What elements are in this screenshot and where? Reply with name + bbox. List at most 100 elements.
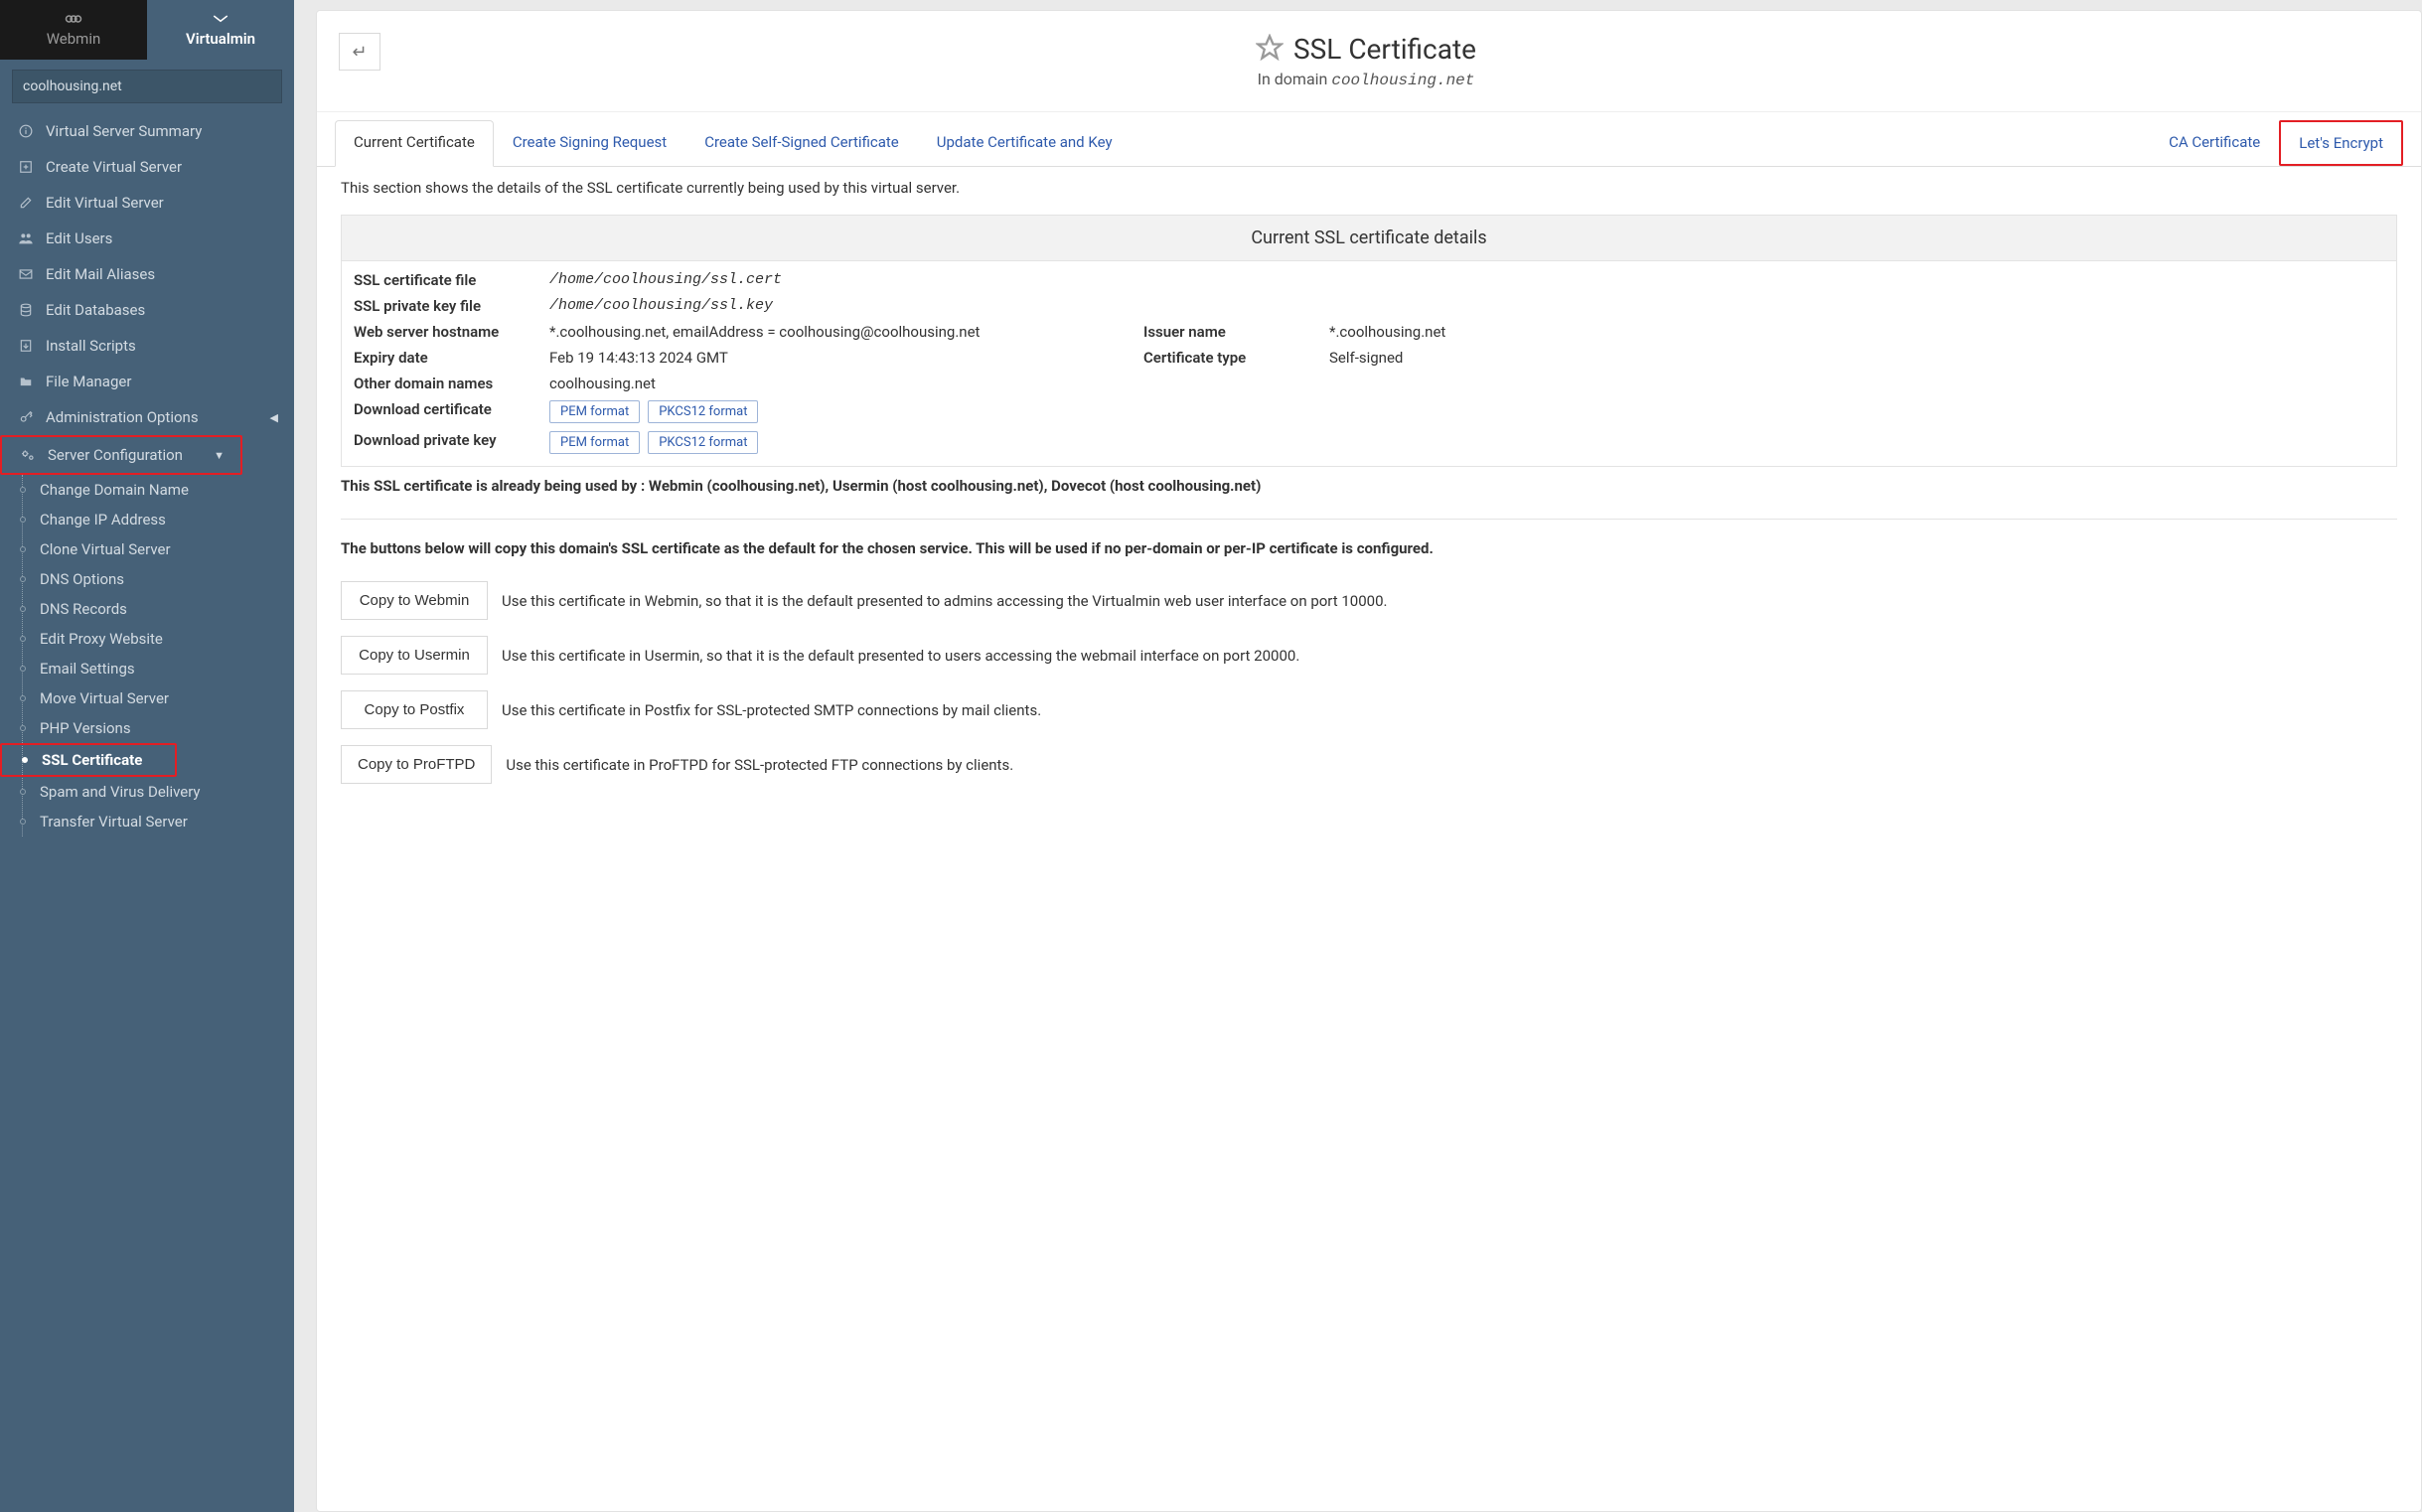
instruction-text: The buttons below will copy this domain'… [317,533,2421,573]
action-description: Use this certificate in Usermin, so that… [502,647,1299,665]
subnav-item-label: Transfer Virtual Server [40,813,188,831]
subnav-item-label: Email Settings [40,660,135,678]
nav-item-label: Edit Databases [46,301,145,319]
nav-item-label: File Manager [46,373,131,390]
nav-item-label: Virtual Server Summary [46,122,202,140]
nav-item-label: Edit Users [46,229,112,247]
tab-let-s-encrypt[interactable]: Let's Encrypt [2279,120,2403,166]
copy-to-webmin-button[interactable]: Copy to Webmin [341,581,488,620]
nav-item-virtual-server-summary[interactable]: Virtual Server Summary [0,113,294,149]
hostname-value: *.coolhousing.net, emailAddress = coolho… [545,319,1132,345]
key-file-value: /home/coolhousing/ssl.key [545,293,2396,319]
tree-node-icon [20,576,26,582]
chevron-down-icon: ▼ [214,449,225,462]
nav-item-edit-databases[interactable]: Edit Databases [0,292,294,328]
tab-create-signing-request[interactable]: Create Signing Request [494,120,685,166]
cert-tabs: Current CertificateCreate Signing Reques… [317,120,2421,167]
back-button[interactable]: ↵ [339,33,380,71]
subnav-item-label: Change Domain Name [40,481,189,499]
page-header: ↵ SSL Certificate In domain coolhousing.… [317,33,2421,112]
key-file-label: SSL private key file [342,293,545,319]
subnav-item-email-settings[interactable]: Email Settings [0,654,294,683]
subnav-item-clone-virtual-server[interactable]: Clone Virtual Server [0,534,294,564]
cogs-icon [18,448,38,462]
tree-node-icon [20,517,26,523]
nav-item-server-configuration[interactable]: Server Configuration ▼ [0,435,242,475]
cert-details-panel: Current SSL certificate details SSL cert… [341,215,2397,467]
virtualmin-icon [212,12,229,26]
subnav-item-ssl-certificate[interactable]: SSL Certificate [0,743,177,777]
tab-update-certificate-and-key[interactable]: Update Certificate and Key [918,120,1132,166]
nav-item-edit-users[interactable]: Edit Users [0,221,294,256]
dl-key-pkcs12-button[interactable]: PKCS12 format [648,431,758,454]
tab-webmin[interactable]: Webmin [0,0,147,60]
webmin-icon [65,12,82,26]
subnav-item-edit-proxy-website[interactable]: Edit Proxy Website [0,624,294,654]
subnav-item-transfer-virtual-server[interactable]: Transfer Virtual Server [0,807,294,836]
tree-node-icon [20,819,26,825]
other-names-label: Other domain names [342,371,545,396]
subnav-item-php-versions[interactable]: PHP Versions [0,713,294,743]
nav-item-edit-mail-aliases[interactable]: Edit Mail Aliases [0,256,294,292]
copy-to-proftpd-button[interactable]: Copy to ProFTPD [341,745,492,784]
tab-create-self-signed-certificate[interactable]: Create Self-Signed Certificate [685,120,918,166]
tab-virtualmin[interactable]: Virtualmin [147,0,294,60]
domain-selector[interactable]: coolhousing.net [12,70,282,103]
dl-key-buttons: PEM format PKCS12 format [545,427,2396,458]
tab-current-certificate[interactable]: Current Certificate [335,120,494,167]
cert-type-label: Certificate type [1132,345,1325,371]
dl-key-label: Download private key [342,427,545,458]
subnav-item-spam-and-virus-delivery[interactable]: Spam and Virus Delivery [0,777,294,807]
subnav-item-change-domain-name[interactable]: Change Domain Name [0,475,294,505]
issuer-value: *.coolhousing.net [1325,319,2396,345]
nav-item-file-manager[interactable]: File Manager [0,364,294,399]
tree-node-icon [20,666,26,672]
copy-to-usermin-button[interactable]: Copy to Usermin [341,636,488,675]
users-icon [16,231,36,245]
action-row: Copy to Usermin Use this certificate in U… [317,628,2421,682]
action-description: Use this certificate in ProFTPD for SSL-… [506,756,1013,774]
key-icon [16,410,36,424]
subnav-item-dns-records[interactable]: DNS Records [0,594,294,624]
subnav-item-change-ip-address[interactable]: Change IP Address [0,505,294,534]
action-description: Use this certificate in Postfix for SSL-… [502,701,1041,719]
nav-item-administration-options[interactable]: Administration Options◀ [0,399,294,435]
expiry-label: Expiry date [342,345,545,371]
subtitle-domain: coolhousing.net [1331,72,1474,89]
dl-cert-label: Download certificate [342,396,545,427]
subtitle-prefix: In domain [1258,70,1332,88]
tree-node-icon [20,789,26,795]
star-icon[interactable] [1256,34,1284,66]
action-description: Use this certificate in Webmin, so that … [502,592,1387,610]
subnav-item-label: DNS Options [40,570,124,588]
tab-ca-certificate[interactable]: CA Certificate [2150,120,2279,166]
expiry-value: Feb 19 14:43:13 2024 GMT [545,345,1132,371]
dl-cert-pkcs12-button[interactable]: PKCS12 format [648,400,758,423]
dl-cert-buttons: PEM format PKCS12 format [545,396,2396,427]
nav-item-edit-virtual-server[interactable]: Edit Virtual Server [0,185,294,221]
tree-node-icon [20,487,26,493]
nav-item-create-virtual-server[interactable]: Create Virtual Server [0,149,294,185]
chevron-right-icon: ◀ [270,411,278,424]
db-icon [16,303,36,317]
copy-to-postfix-button[interactable]: Copy to Postfix [341,690,488,729]
intro-text: This section shows the details of the SS… [317,167,2421,209]
subnav-item-label: Edit Proxy Website [40,630,163,648]
nav-item-label: Server Configuration [48,446,183,464]
cert-file-value: /home/coolhousing/ssl.cert [545,267,2396,293]
edit-icon [16,196,36,210]
subnav-item-move-virtual-server[interactable]: Move Virtual Server [0,683,294,713]
subnav-item-dns-options[interactable]: DNS Options [0,564,294,594]
nav-item-label: Edit Mail Aliases [46,265,155,283]
tab-webmin-label: Webmin [47,30,101,48]
dl-cert-pem-button[interactable]: PEM format [549,400,640,423]
dl-key-pem-button[interactable]: PEM format [549,431,640,454]
folder-icon [16,376,36,387]
nav-item-install-scripts[interactable]: Install Scripts [0,328,294,364]
nav-item-label: Create Virtual Server [46,158,182,176]
content-area: ↵ SSL Certificate In domain coolhousing.… [294,0,2422,1512]
cert-type-value: Self-signed [1325,345,2396,371]
subnav-item-label: Spam and Virus Delivery [40,783,201,801]
tree-node-icon [20,725,26,731]
page-subtitle: In domain coolhousing.net [400,70,2332,89]
